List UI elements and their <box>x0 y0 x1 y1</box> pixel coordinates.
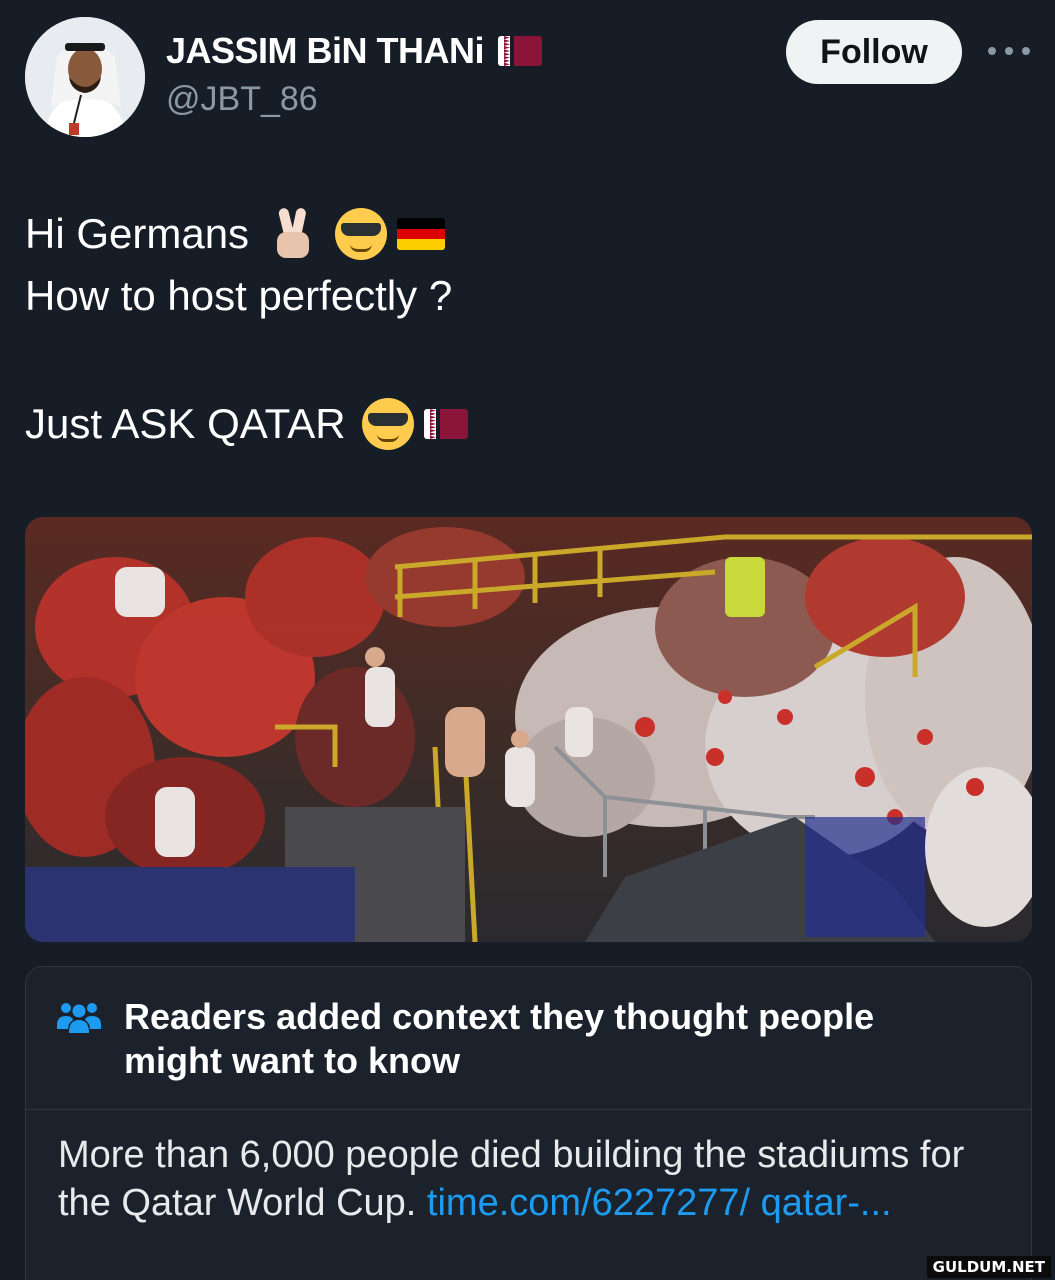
display-name[interactable]: JASSIM BiN THANi <box>166 30 485 72</box>
photo-illustration <box>25 517 1032 942</box>
tweet-line-3: Just ASK QATAR <box>25 398 468 450</box>
follow-button[interactable]: Follow <box>786 20 962 84</box>
user-name-row[interactable]: JASSIM BiN THANi <box>166 30 543 72</box>
sunglasses-face-icon <box>335 208 388 260</box>
tweet-line-1: Hi Germans <box>25 207 446 260</box>
user-handle[interactable]: @JBT_86 <box>166 80 318 119</box>
people-group-icon <box>56 999 102 1035</box>
community-note-title: Readers added context they thought peopl… <box>124 996 875 1081</box>
germany-flag-icon <box>397 218 446 250</box>
community-note-body: More than 6,000 people died building the… <box>58 1131 1008 1227</box>
more-options-icon[interactable] <box>988 36 1030 66</box>
sunglasses-face-icon <box>361 398 414 450</box>
tweet-text-line-3: Just ASK QATAR <box>25 400 346 447</box>
stadium-fans-photo[interactable] <box>25 517 1032 942</box>
community-note-header: Readers added context they thought peopl… <box>56 995 944 1083</box>
qatar-flag-icon <box>423 409 468 439</box>
tweet-text-line-2: How to host perfectly ? <box>25 272 453 319</box>
profile-avatar[interactable] <box>25 17 145 137</box>
tweet-line-2: How to host perfectly ? <box>25 272 452 320</box>
watermark-logo: GULDUM.NET <box>926 1256 1051 1278</box>
community-note-divider <box>26 1109 1031 1110</box>
community-note[interactable]: Readers added context they thought peopl… <box>25 966 1032 1280</box>
victory-hand-icon <box>271 207 315 260</box>
avatar-image <box>25 17 145 137</box>
qatar-flag-icon <box>498 36 543 66</box>
community-note-link[interactable]: time.com/6227277/ qatar-... <box>427 1182 892 1224</box>
tweet-text-line-1: Hi Germans <box>25 210 250 257</box>
